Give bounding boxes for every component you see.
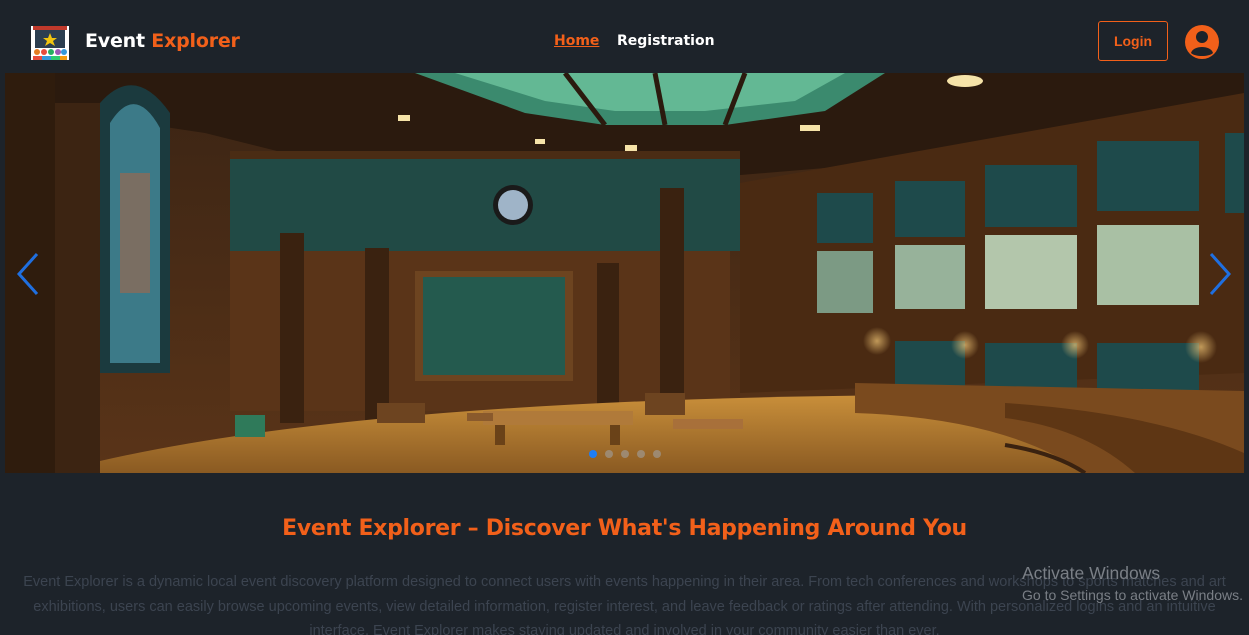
- chevron-right-icon[interactable]: [1207, 251, 1233, 297]
- carousel-dot[interactable]: [589, 450, 597, 458]
- page-headline: Event Explorer – Discover What's Happeni…: [282, 516, 967, 541]
- hero-carousel: [5, 73, 1244, 473]
- brand-title[interactable]: Event Explorer: [85, 30, 240, 52]
- brand-name-part2: Explorer: [151, 30, 240, 52]
- user-icon[interactable]: [1184, 24, 1220, 60]
- nav-link-home[interactable]: Home: [554, 33, 599, 49]
- event-stage-logo[interactable]: [31, 24, 69, 62]
- nav-link-registration[interactable]: Registration: [617, 33, 715, 49]
- carousel-dot[interactable]: [605, 450, 613, 458]
- carousel-indicators: [589, 450, 669, 460]
- navbar: Event Explorer Home Registration Login: [0, 0, 1249, 72]
- carousel-dot[interactable]: [621, 450, 629, 458]
- login-button[interactable]: Login: [1098, 21, 1168, 61]
- chevron-left-icon[interactable]: [15, 251, 41, 297]
- brand-name-part1: Event: [85, 30, 145, 52]
- carousel-dot[interactable]: [653, 450, 661, 458]
- activation-watermark-title: Activate Windows: [1022, 563, 1161, 583]
- auditorium-image: [5, 73, 1244, 473]
- carousel-dot[interactable]: [637, 450, 645, 458]
- activation-watermark-subtitle: Go to Settings to activate Windows.: [1022, 587, 1243, 603]
